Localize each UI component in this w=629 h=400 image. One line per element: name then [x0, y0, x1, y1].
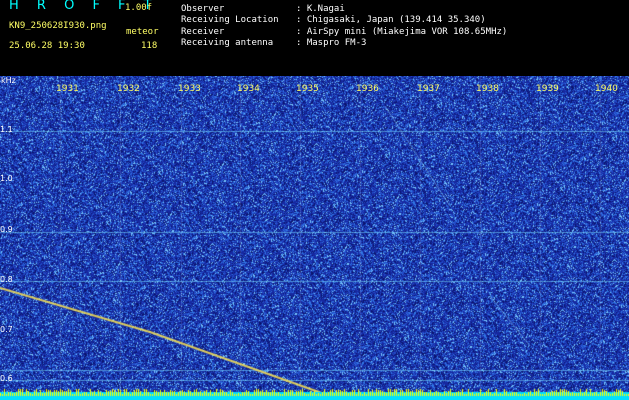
- y-tick-0-6: 0.6: [0, 374, 13, 383]
- y-tick-0-7: 0.7: [0, 325, 13, 334]
- y-tick-0-9: 0.9: [0, 225, 13, 234]
- antenna-label: Receiving antenna: [181, 38, 274, 48]
- x-tick-1938: 1938: [476, 84, 499, 94]
- observer-label: Observer: [181, 4, 225, 14]
- y-tick-1-0: 1.0: [0, 174, 13, 183]
- x-tick-1933: 1933: [178, 84, 201, 94]
- mode-label: meteor: [126, 27, 159, 37]
- x-tick-1932: 1932: [117, 84, 140, 94]
- x-tick-1931: 1931: [56, 84, 79, 94]
- spectrogram: kHz 1.1 1.0 0.9 0.8 0.7 0.6 1931 1932 19…: [0, 76, 629, 400]
- observer-value: : K.Nagai: [296, 4, 345, 14]
- y-tick-0-8: 0.8: [0, 275, 13, 284]
- app-version: 1.00f: [125, 3, 153, 13]
- y-tick-1-1: 1.1: [0, 125, 13, 134]
- x-tick-1935: 1935: [296, 84, 319, 94]
- date-time: 25.06.28 19:30: [9, 41, 85, 51]
- location-label: Receiving Location: [181, 15, 279, 25]
- x-tick-1940: 1940: [595, 84, 618, 94]
- x-tick-1937: 1937: [417, 84, 440, 94]
- receiver-label: Receiver: [181, 27, 225, 37]
- spectrogram-image: [0, 76, 629, 400]
- location-value: : Chigasaki, Japan (139.414 35.340): [296, 15, 486, 25]
- x-tick-1934: 1934: [237, 84, 260, 94]
- antenna-value: : Maspro FM-3: [296, 38, 367, 48]
- file-name: KN9_250628I930.png: [9, 21, 107, 31]
- x-tick-1936: 1936: [356, 84, 379, 94]
- receiver-value: : AirSpy mini (Miakejima VOR 108.65MHz): [296, 27, 508, 37]
- header-panel: H R O F F T 1.00f KN9_250628I930.png met…: [0, 0, 629, 76]
- unit-label: kHz: [1, 76, 16, 85]
- x-tick-1939: 1939: [536, 84, 559, 94]
- detection-count: 118: [141, 41, 158, 51]
